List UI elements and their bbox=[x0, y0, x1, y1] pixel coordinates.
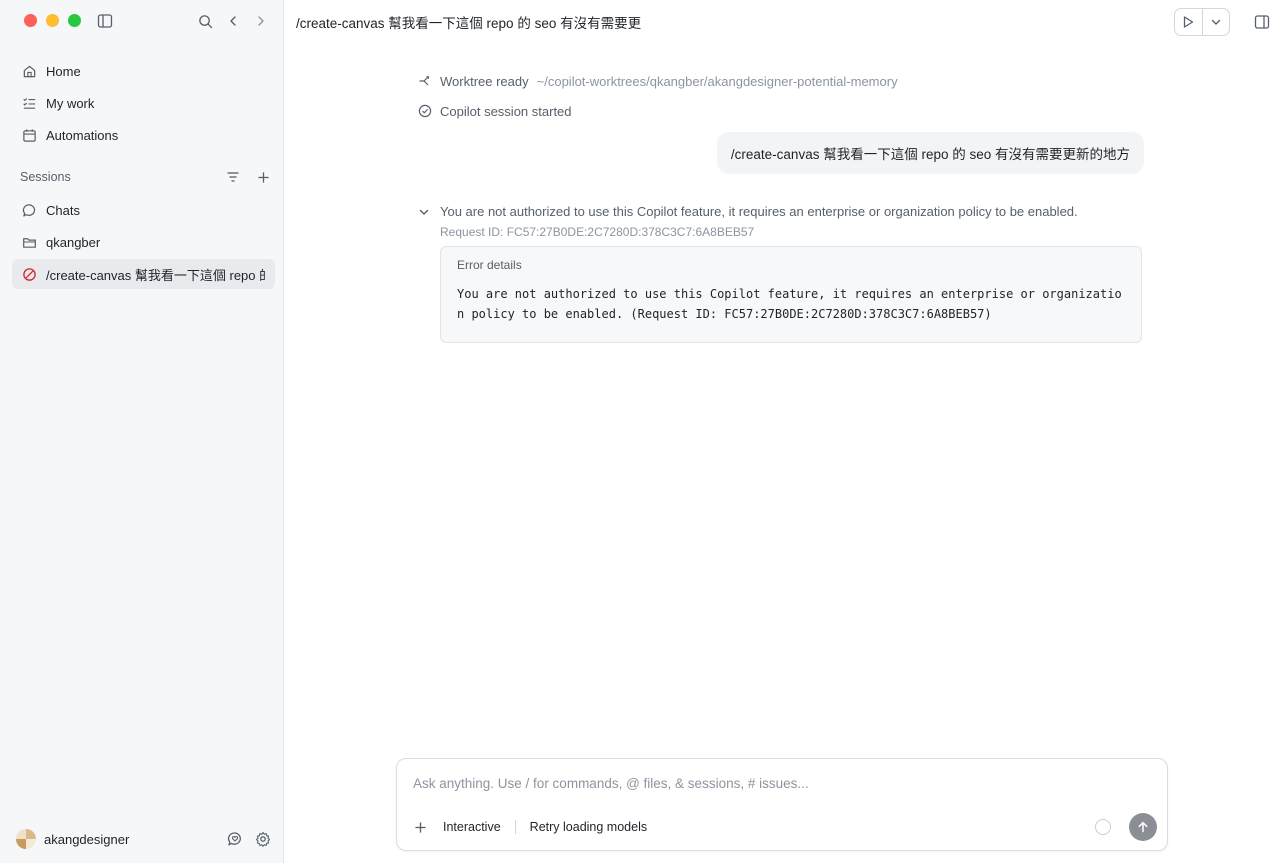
forward-icon[interactable] bbox=[252, 12, 270, 30]
retry-models-button[interactable]: Retry loading models bbox=[530, 820, 647, 834]
session-item-chats[interactable]: Chats bbox=[12, 195, 275, 225]
folder-icon bbox=[22, 235, 37, 250]
arrow-up-icon bbox=[1137, 821, 1149, 833]
error-details-box: Error details You are not authorized to … bbox=[440, 246, 1142, 343]
search-icon[interactable] bbox=[196, 12, 214, 30]
composer-toolbar: Interactive Retry loading models bbox=[411, 813, 1157, 841]
nav-item-label: Automations bbox=[46, 127, 119, 143]
mode-selector[interactable]: Interactive bbox=[443, 820, 515, 834]
nav-item-label: Home bbox=[46, 63, 81, 79]
user-profile[interactable]: akangdesigner bbox=[16, 829, 129, 849]
session-item-label: qkangber bbox=[46, 234, 101, 250]
run-button[interactable] bbox=[1175, 9, 1202, 35]
chat-bubble-icon bbox=[22, 203, 37, 218]
filter-icon[interactable] bbox=[224, 168, 242, 186]
nav-item-label: My work bbox=[46, 95, 95, 111]
session-item-label: /create-canvas 幫我看一下這個 repo 的 seo bbox=[46, 267, 265, 283]
session-item-create-canvas[interactable]: /create-canvas 幫我看一下這個 repo 的 seo bbox=[12, 259, 275, 289]
add-attachment-icon[interactable] bbox=[411, 818, 429, 836]
session-started-label: Copilot session started bbox=[440, 103, 572, 119]
play-icon bbox=[1181, 15, 1195, 29]
sidebar: Home My work Automations Sessions Chats … bbox=[0, 0, 284, 863]
sessions-header: Sessions bbox=[20, 168, 272, 186]
app-window: Home My work Automations Sessions Chats … bbox=[0, 0, 1285, 863]
session-list: Chats qkangber /create-canvas 幫我看一下這個 re… bbox=[12, 195, 275, 291]
back-icon[interactable] bbox=[224, 12, 242, 30]
error-summary-row[interactable]: You are not authorized to use this Copil… bbox=[418, 204, 1144, 219]
error-summary: You are not authorized to use this Copil… bbox=[440, 204, 1078, 219]
page-title: /create-canvas 幫我看一下這個 repo 的 seo 有沒有需要更 bbox=[296, 16, 642, 31]
session-item-label: Chats bbox=[46, 202, 80, 218]
user-message: /create-canvas 幫我看一下這個 repo 的 seo 有沒有需要更… bbox=[716, 132, 1144, 174]
chat-input[interactable] bbox=[413, 773, 1133, 793]
branch-icon bbox=[418, 74, 432, 88]
error-message: You are not authorized to use this Copil… bbox=[418, 204, 1144, 343]
sidebar-footer: akangdesigner bbox=[16, 829, 272, 849]
sidebar-toggle-icon[interactable] bbox=[96, 12, 114, 30]
sessions-label: Sessions bbox=[20, 170, 71, 184]
avatar bbox=[16, 829, 36, 849]
window-controls bbox=[24, 14, 81, 27]
home-icon bbox=[22, 64, 37, 79]
run-options-dropdown[interactable] bbox=[1201, 9, 1230, 35]
nav-item-home[interactable]: Home bbox=[12, 56, 275, 86]
session-started-event: Copilot session started bbox=[418, 100, 1144, 122]
request-id: Request ID: FC57:27B0DE:2C7280D:378C3C7:… bbox=[440, 225, 755, 239]
right-panel-toggle-icon[interactable] bbox=[1253, 13, 1271, 31]
sidebar-top-actions bbox=[196, 12, 270, 30]
user-message-row: /create-canvas 幫我看一下這個 repo 的 seo 有沒有需要更… bbox=[418, 132, 1144, 174]
error-details-title: Error details bbox=[457, 258, 522, 272]
primary-nav: Home My work Automations bbox=[12, 56, 275, 152]
close-window-button[interactable] bbox=[24, 14, 37, 27]
gear-icon[interactable] bbox=[254, 830, 272, 848]
toolbar-divider bbox=[514, 820, 516, 834]
chat-composer: Interactive Retry loading models bbox=[396, 758, 1168, 851]
check-circle-icon bbox=[418, 104, 432, 118]
error-details-message: You are not authorized to use this Copil… bbox=[457, 287, 1122, 321]
session-item-qkangber[interactable]: qkangber bbox=[12, 227, 275, 257]
main-panel: /create-canvas 幫我看一下這個 repo 的 seo 有沒有需要更 bbox=[284, 0, 1285, 863]
error-circle-icon bbox=[22, 267, 37, 282]
title-bar: /create-canvas 幫我看一下這個 repo 的 seo 有沒有需要更 bbox=[284, 0, 1285, 44]
worktree-event: Worktree ready ~/copilot-worktrees/qkang… bbox=[418, 70, 1144, 92]
conversation: Worktree ready ~/copilot-worktrees/qkang… bbox=[418, 70, 1144, 343]
new-session-icon[interactable] bbox=[254, 168, 272, 186]
run-button-group bbox=[1174, 8, 1230, 36]
chevron-down-icon bbox=[1210, 16, 1222, 28]
chevron-down-icon[interactable] bbox=[418, 206, 430, 218]
worktree-label: Worktree ready bbox=[440, 73, 529, 89]
minimize-window-button[interactable] bbox=[46, 14, 59, 27]
nav-item-my-work[interactable]: My work bbox=[12, 88, 275, 118]
maximize-window-button[interactable] bbox=[68, 14, 81, 27]
send-button[interactable] bbox=[1129, 813, 1157, 841]
calendar-icon bbox=[22, 128, 37, 143]
loading-indicator bbox=[1095, 819, 1111, 835]
username: akangdesigner bbox=[44, 831, 130, 847]
nav-item-automations[interactable]: Automations bbox=[12, 120, 275, 150]
feedback-icon[interactable] bbox=[226, 830, 244, 848]
checklist-icon bbox=[22, 96, 37, 111]
worktree-path: ~/copilot-worktrees/qkangber/akangdesign… bbox=[536, 73, 898, 89]
